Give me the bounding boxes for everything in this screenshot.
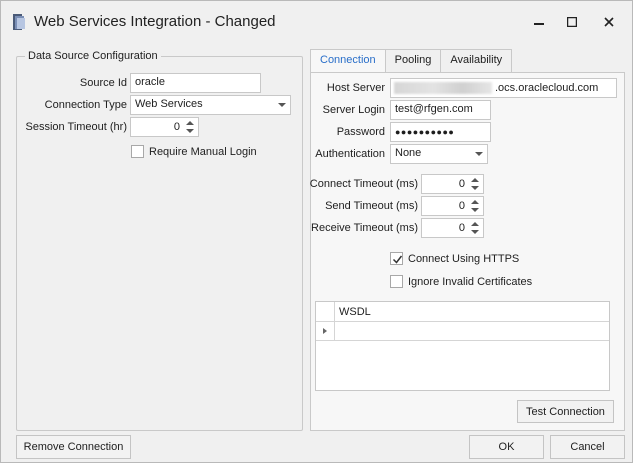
- receive-timeout-stepper[interactable]: 0: [421, 218, 484, 238]
- send-timeout-value: 0: [458, 200, 465, 212]
- row-indicator: [316, 322, 335, 341]
- table-row[interactable]: [316, 322, 609, 341]
- session-timeout-value: 0: [173, 121, 180, 133]
- ignore-certs-label: Ignore Invalid Certificates: [408, 275, 533, 288]
- password-label: Password: [336, 126, 385, 138]
- tab-connection[interactable]: Connection: [310, 49, 386, 73]
- test-connection-button[interactable]: Test Connection: [517, 400, 614, 423]
- source-id-input[interactable]: oracle: [130, 73, 261, 93]
- source-id-label: Source Id: [79, 77, 127, 89]
- grid-header-row: WSDL: [316, 302, 609, 322]
- tab-pooling[interactable]: Pooling: [384, 49, 442, 72]
- host-server-label: Host Server: [326, 82, 385, 94]
- connection-type-select[interactable]: Web Services: [130, 95, 291, 115]
- host-server-value: .ocs.oraclecloud.com: [495, 82, 599, 94]
- authentication-select[interactable]: None: [390, 144, 488, 164]
- receive-timeout-label: Receive Timeout (ms): [311, 222, 418, 234]
- ignore-certs-checkbox[interactable]: Ignore Invalid Certificates: [390, 275, 532, 288]
- title-bar[interactable]: Web Services Integration - Changed: [1, 1, 632, 41]
- connection-type-value: Web Services: [135, 98, 203, 110]
- connect-timeout-value: 0: [458, 178, 465, 190]
- remove-connection-button[interactable]: Remove Connection: [16, 435, 131, 459]
- send-timeout-label: Send Timeout (ms): [325, 200, 418, 212]
- cancel-button[interactable]: Cancel: [550, 435, 625, 459]
- redacted-region: [394, 82, 492, 94]
- app-book-icon: [11, 13, 29, 31]
- connection-type-label: Connection Type: [44, 99, 127, 111]
- session-timeout-stepper[interactable]: 0: [130, 117, 199, 137]
- spin-down-icon[interactable]: [471, 208, 479, 212]
- session-timeout-label: Session Timeout (hr): [25, 121, 127, 133]
- tab-availability[interactable]: Availability: [440, 49, 513, 72]
- chevron-down-icon: [278, 103, 286, 107]
- checkbox-box[interactable]: [390, 252, 403, 265]
- spin-up-icon[interactable]: [471, 178, 479, 182]
- window-title: Web Services Integration - Changed: [34, 13, 276, 30]
- spin-down-icon[interactable]: [471, 230, 479, 234]
- connect-https-label: Connect Using HTTPS: [408, 252, 520, 265]
- close-icon[interactable]: [595, 11, 623, 33]
- checkbox-box[interactable]: [390, 275, 403, 288]
- ok-button[interactable]: OK: [469, 435, 544, 459]
- checkmark-icon: [392, 255, 403, 264]
- receive-timeout-value: 0: [458, 222, 465, 234]
- wsdl-column-header[interactable]: WSDL: [339, 306, 371, 318]
- connect-timeout-label: Connect Timeout (ms): [309, 178, 418, 190]
- connect-https-checkbox[interactable]: Connect Using HTTPS: [390, 252, 519, 265]
- require-manual-login-label: Require Manual Login: [149, 145, 257, 158]
- authentication-value: None: [395, 147, 422, 159]
- dialog-window: Web Services Integration - Changed Data …: [0, 0, 633, 463]
- host-server-input[interactable]: .ocs.oraclecloud.com: [390, 78, 617, 98]
- send-timeout-stepper[interactable]: 0: [421, 196, 484, 216]
- spin-up-icon[interactable]: [186, 121, 194, 125]
- spin-down-icon[interactable]: [471, 186, 479, 190]
- authentication-label: Authentication: [315, 148, 385, 160]
- server-login-label: Server Login: [322, 104, 385, 116]
- row-pointer-icon: [323, 328, 327, 334]
- tab-strip: Connection Pooling Availability: [310, 49, 513, 73]
- spin-up-icon[interactable]: [471, 222, 479, 226]
- checkbox-box[interactable]: [131, 145, 144, 158]
- connect-timeout-stepper[interactable]: 0: [421, 174, 484, 194]
- require-manual-login-checkbox[interactable]: Require Manual Login: [131, 145, 257, 158]
- spin-down-icon[interactable]: [186, 129, 194, 133]
- chevron-down-icon: [475, 152, 483, 156]
- wsdl-grid[interactable]: WSDL: [315, 301, 610, 391]
- server-login-input[interactable]: test@rfgen.com: [390, 100, 491, 120]
- grid-header-corner: [316, 302, 335, 322]
- data-source-legend: Data Source Configuration: [28, 50, 158, 62]
- spin-up-icon[interactable]: [471, 200, 479, 204]
- maximize-icon[interactable]: [558, 11, 586, 33]
- minimize-icon[interactable]: [525, 11, 553, 33]
- password-input[interactable]: ●●●●●●●●●●: [390, 122, 491, 142]
